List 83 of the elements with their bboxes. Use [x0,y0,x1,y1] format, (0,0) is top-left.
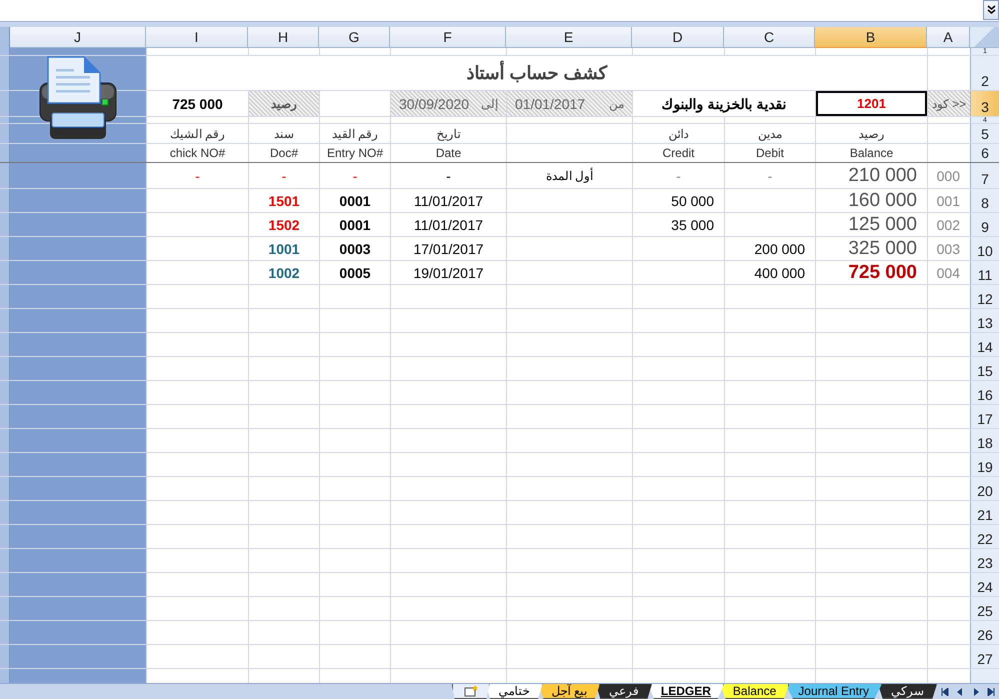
column-header[interactable]: G [319,27,390,48]
column-header[interactable]: J [10,27,146,48]
table-cell: 200 000 [754,240,805,256]
table-cell: 000 [936,168,960,184]
first-icon [940,688,949,696]
table-cell: 19/01/2017 [413,264,484,280]
column-heading: Entry NO# [326,146,383,160]
table-cell: 0005 [339,264,371,280]
last-icon [987,688,996,696]
table-cell: 30/09/2020 [399,96,470,112]
table-cell: 002 [936,216,960,232]
table-cell: كود >> [928,91,970,116]
sheet-tab[interactable]: Balance [720,684,790,699]
next-icon [972,688,980,696]
row-header[interactable]: 3 [970,91,999,116]
table-cell: 50 000 [671,192,714,208]
table-cell: - [676,168,681,184]
table-cell: رصيد [249,91,319,116]
table-cell: 1001 [268,240,300,256]
column-heading: chick NO# [170,146,226,160]
sheet-tab[interactable]: سركي [878,684,937,699]
table-cell: - [446,168,451,184]
column-heading: رصيد [858,126,884,140]
table-cell: 210 000 [848,164,917,186]
sheet-tab[interactable]: Journal Entry [785,684,882,699]
table-cell: 0003 [339,240,371,256]
column-heading: Balance [850,146,894,160]
table-cell: 001 [936,192,960,208]
previous-icon [956,688,964,696]
column-heading: دائن [668,126,688,140]
table-cell: 35 000 [671,216,714,232]
sheet-title: كشف حساب أستاذ [466,62,608,84]
column-header[interactable]: I [146,27,248,48]
table-cell: أول المدة [546,168,594,182]
column-heading: رقم القيد [332,126,378,140]
new-sheet-icon [462,685,479,697]
column-header[interactable]: C [724,27,815,48]
table-cell: 11/01/2017 [414,192,484,208]
table-cell: - [768,168,772,184]
sheet-tab[interactable]: ختامي [486,684,543,699]
column-heading: Doc# [270,146,298,160]
column-header[interactable]: A [927,27,970,48]
table-cell: 1502 [268,216,300,232]
table-cell: 725 000 [848,262,917,284]
column-heading: تاريخ [436,126,460,140]
table-cell: - [352,168,358,184]
column-heading: سند [274,126,294,140]
table-cell: 125 000 [848,214,917,236]
table-cell: 325 000 [848,238,917,260]
column-header[interactable]: H [248,27,319,48]
table-cell: 0001 [339,216,371,232]
sheet-tab[interactable]: بيع آجل [538,684,600,699]
account-name: نقدية بالخزينة والبنوك [662,96,786,112]
table-cell: 01/01/2017 [515,96,586,112]
column-heading: Credit [662,146,694,160]
column-header[interactable]: E [506,27,632,48]
column-heading: مدين [758,126,782,140]
column-header[interactable]: B [815,27,927,48]
column-heading: Date [436,146,462,160]
table-cell: 17/01/2017 [413,240,484,256]
sheet-tab[interactable]: LEDGER [648,684,724,699]
column-header[interactable]: F [390,27,506,48]
table-cell: 1501 [268,192,300,208]
sheet-tab[interactable]: فرعي [596,684,652,699]
column-heading: Debit [756,146,784,160]
table-cell: 004 [936,264,960,280]
table-cell: 1002 [268,264,300,280]
table-cell: 11/01/2017 [414,216,484,232]
table-cell: 003 [936,240,960,256]
table-cell: 400 000 [754,264,805,280]
insert-sheet-button[interactable] [452,684,490,699]
table-cell: 160 000 [848,190,917,212]
table-cell-text: 725 000 [171,94,224,114]
table-cell: من [609,96,624,110]
column-header[interactable]: D [632,27,724,48]
expand-button[interactable] [983,0,999,20]
table-cell: إلى [481,96,498,110]
column-heading: رقم الشيك [170,126,226,140]
table-cell: - [195,168,200,184]
table-cell: - [282,168,286,184]
table-cell: 0001 [339,192,371,208]
chevron-icon [986,5,996,15]
account-code-field[interactable]: 1201 [816,91,927,116]
